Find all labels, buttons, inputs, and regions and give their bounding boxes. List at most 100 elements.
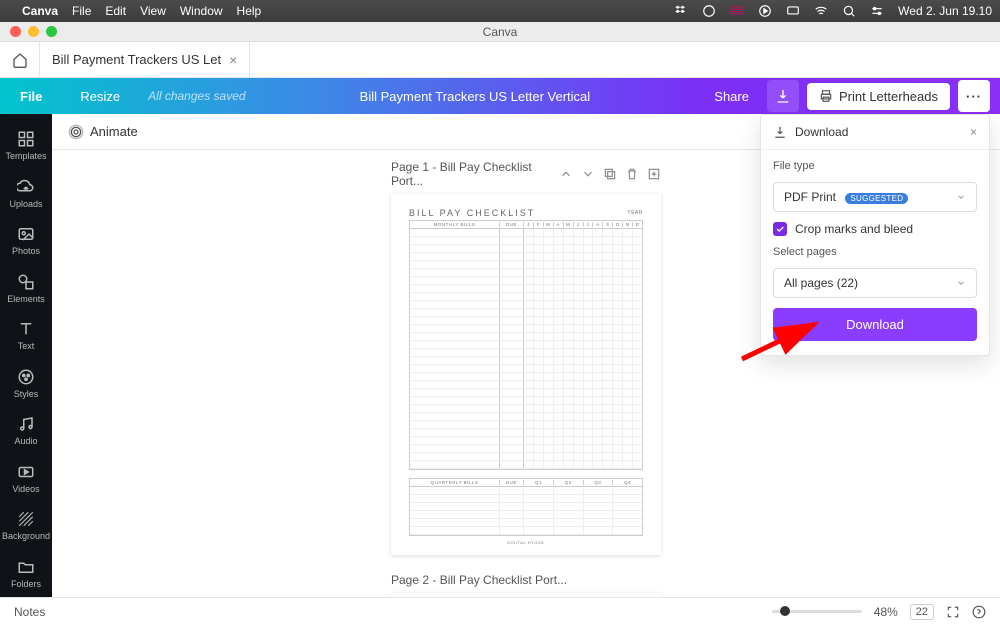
wifi-icon[interactable] [814,4,828,18]
print-button-label: Print Letterheads [839,89,938,104]
canvas: Animate Page 1 - Bill Pay Checklist Port… [52,114,1000,597]
filetype-label: File type [773,160,977,172]
chevron-down-icon [956,278,966,288]
close-tab-icon[interactable]: × [229,52,237,68]
sidebar-item-videos[interactable]: Videos [0,455,52,503]
flag-icon[interactable] [730,4,744,18]
toggles-icon[interactable] [870,4,884,18]
text-icon [17,320,35,338]
animate-label: Animate [90,124,138,139]
menu-view[interactable]: View [140,4,166,18]
crop-marks-checkbox[interactable]: Crop marks and bleed [773,222,977,236]
footer: Notes 48% 22 [0,597,1000,625]
print-button[interactable]: Print Letterheads [807,83,950,110]
home-icon [12,52,28,68]
sidebar-item-background[interactable]: Background [0,502,52,550]
animate-button[interactable]: Animate [68,124,138,140]
checkbox-checked-icon [773,222,787,236]
menu-file[interactable]: File [72,4,91,18]
menu-help[interactable]: Help [237,4,262,18]
sidebar-item-uploads[interactable]: Uploads [0,170,52,218]
add-page-icon[interactable] [647,167,661,181]
file-menu[interactable]: File [10,83,52,110]
sidebar-item-label: Videos [12,484,39,494]
select-pages-value: All pages (22) [784,276,858,290]
more-menu-button[interactable]: ··· [958,80,990,112]
menubar-clock[interactable]: Wed 2. Jun 19.10 [898,4,992,18]
window-titlebar: Canva [0,22,1000,42]
sidebar-item-label: Templates [5,151,46,161]
notes-button[interactable]: Notes [14,605,45,619]
sidebar-item-text[interactable]: Text [0,312,52,360]
sidebar-item-elements[interactable]: Elements [0,265,52,313]
chevron-up-icon[interactable] [559,167,573,181]
zoom-value: 48% [874,605,898,619]
download-confirm-button[interactable]: Download [773,308,977,341]
share-button[interactable]: Share [704,83,759,110]
page-count-button[interactable]: 22 [910,604,934,620]
select-pages-select[interactable]: All pages (22) [773,268,977,298]
templates-icon [17,130,35,148]
videos-icon [17,463,35,481]
sidebar-item-label: Uploads [9,199,42,209]
elements-icon [17,273,35,291]
document-tab[interactable]: Bill Payment Trackers US Let × [40,42,250,77]
download-panel: Download × File type PDF Print SUGGESTED [760,114,990,356]
chevron-down-icon[interactable] [581,167,595,181]
page-1-footer: DIGITAL HYGGE [409,540,643,545]
styles-icon [17,368,35,386]
document-name[interactable]: Bill Payment Trackers US Letter Vertical [246,89,705,104]
menu-window[interactable]: Window [180,4,223,18]
sidebar-item-label: Audio [14,436,37,446]
resize-button[interactable]: Resize [70,83,130,110]
animate-icon [68,124,84,140]
sidebar-item-label: Styles [14,389,39,399]
sidebar-item-styles[interactable]: Styles [0,360,52,408]
sidebar-item-label: Folders [11,579,41,589]
search-icon[interactable] [842,4,856,18]
sidebar-item-audio[interactable]: Audio [0,407,52,455]
background-icon [17,510,35,528]
delete-icon[interactable] [625,167,639,181]
sidebar-item-folders[interactable]: Folders [0,550,52,598]
download-button-top[interactable] [767,80,799,112]
select-pages-label: Select pages [773,246,977,258]
folders-icon [17,558,35,576]
play-icon[interactable] [758,4,772,18]
home-tab[interactable] [0,42,40,77]
close-panel-icon[interactable]: × [970,125,977,139]
actionbar: File Resize All changes saved Bill Payme… [0,78,1000,114]
sidebar-item-templates[interactable]: Templates [0,122,52,170]
sidebar-item-label: Elements [7,294,45,304]
help-icon[interactable] [972,605,986,619]
download-icon [773,125,787,139]
zoom-slider[interactable] [772,610,862,613]
menu-app[interactable]: Canva [22,4,58,18]
page-2-thumbnail[interactable]: MONTHLY BILL CHECKLIST YEAR [391,593,661,597]
page-2-header[interactable]: Page 2 - Bill Pay Checklist Port... [391,573,661,587]
filetype-select[interactable]: PDF Print SUGGESTED [773,182,977,212]
page-1-thumbnail[interactable]: BILL PAY CHECKLIST YEAR MONTHLY BILLSDUE… [391,194,661,555]
save-status: All changes saved [148,89,245,103]
chevron-down-icon [956,192,966,202]
sidebar-item-label: Text [18,341,35,351]
download-panel-title: Download [795,125,848,139]
sync-icon[interactable] [702,4,716,18]
window-title: Canva [0,25,1000,39]
uploads-icon [17,178,35,196]
display-icon[interactable] [786,4,800,18]
fullscreen-icon[interactable] [946,605,960,619]
download-icon [775,88,791,104]
sidebar-item-label: Photos [12,246,40,256]
sidebar-item-label: Background [2,531,50,541]
dropbox-icon[interactable] [674,4,688,18]
menu-edit[interactable]: Edit [105,4,126,18]
sidebar-item-photos[interactable]: Photos [0,217,52,265]
page-1-header[interactable]: Page 1 - Bill Pay Checklist Port... [391,160,559,188]
mac-menubar: Canva File Edit View Window Help Wed 2. … [0,0,1000,22]
duplicate-icon[interactable] [603,167,617,181]
photos-icon [17,225,35,243]
crop-marks-label: Crop marks and bleed [795,222,913,236]
audio-icon [17,415,35,433]
suggested-badge: SUGGESTED [845,193,908,204]
